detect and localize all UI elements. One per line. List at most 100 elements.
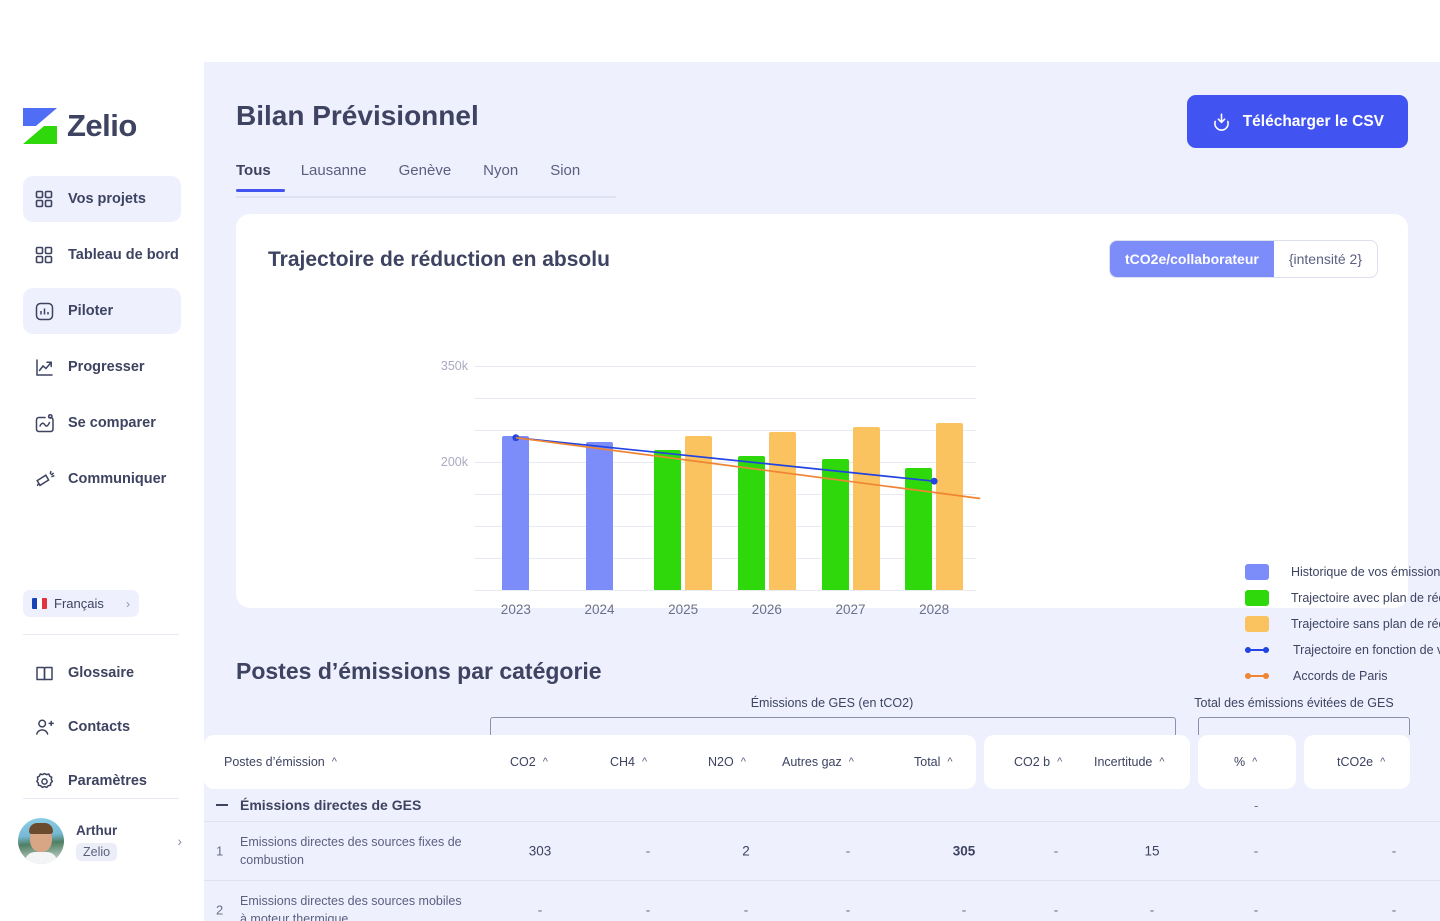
chart-y-tick-label: 350k (441, 359, 468, 373)
legend-item[interactable]: Trajectoire avec plan de réduction (en t… (1245, 585, 1440, 611)
table-cell: - (1254, 798, 1258, 813)
group-header-emissions-ges: Émissions de GES (en tCO2) (751, 696, 914, 710)
table-cell: 2 (742, 844, 750, 859)
primary-nav: Vos projets Tableau de bord (23, 176, 181, 512)
tab-lausanne[interactable]: Lausanne (285, 162, 383, 190)
table-header: Postes d’émission^ CO2^ CH4^ N2O^ Autres… (204, 735, 1440, 789)
legend-label: Trajectoire sans plan de réduction (en t… (1291, 617, 1440, 631)
table-cell: 15 (1144, 844, 1159, 859)
legend-label: Trajectoire en fonction de vos objectifs (1293, 643, 1440, 657)
sidebar-item-tableau-de-bord[interactable]: Tableau de bord (23, 232, 181, 278)
sidebar-item-progresser[interactable]: Progresser (23, 344, 181, 390)
group-header-emissions-evitees: Total des émissions évitées de GES (1194, 696, 1393, 710)
sidebar-item-label: Se comparer (68, 415, 156, 431)
book-icon (33, 662, 55, 684)
legend-swatch-icon (1245, 564, 1269, 580)
brand-logo[interactable]: Zelio (23, 108, 137, 144)
table-cell: - (744, 903, 749, 918)
chart-x-tick-label: 2026 (752, 602, 782, 617)
sidebar-item-label: Glossaire (68, 665, 134, 681)
table-row[interactable]: 1 Emissions directes des sources fixes d… (204, 822, 1440, 881)
section-title: Postes d’émissions par catégorie (236, 658, 602, 685)
chart-x-tick-label: 2025 (668, 602, 698, 617)
legend-label: Trajectoire avec plan de réduction (en t… (1291, 591, 1440, 605)
grid-icon (33, 244, 55, 266)
sidebar-item-label: Communiquer (68, 471, 166, 487)
tab-tous[interactable]: Tous (236, 162, 285, 190)
chart-x-tick-label: 2028 (919, 602, 949, 617)
chart-x-tick-label: 2023 (501, 602, 531, 617)
user-profile[interactable]: Arthur Zelio › (18, 815, 182, 867)
row-index: 1 (216, 844, 223, 859)
sidebar-divider (23, 798, 179, 799)
column-header-incertitude[interactable]: Incertitude^ (1094, 735, 1165, 789)
legend-item[interactable]: Trajectoire sans plan de réduction (en t… (1245, 611, 1440, 637)
column-header-autres-gaz[interactable]: Autres gaz^ (782, 735, 854, 789)
app-window: Zelio Vos projets Ta (0, 0, 1440, 921)
sidebar-item-label: Progresser (68, 359, 145, 375)
toggle-option-intensite2[interactable]: {intensité 2} (1274, 241, 1377, 277)
group-bracket-1 (490, 717, 1176, 735)
column-header-n2o[interactable]: N2O^ (708, 735, 746, 789)
chart-y-tick-label: 200k (441, 455, 468, 469)
gear-icon (33, 770, 55, 792)
column-header-percent[interactable]: %^ (1234, 735, 1257, 789)
title-bar (0, 0, 1440, 62)
minus-icon (216, 804, 228, 806)
chart-gridline (474, 590, 976, 591)
caret-up-icon: ^ (947, 757, 952, 768)
table-cell: - (846, 844, 851, 859)
sidebar-item-label: Vos projets (68, 191, 146, 207)
chart-plot-area: 200k350k202320242025202620272028 (474, 366, 976, 590)
table-cell: - (646, 844, 651, 859)
city-tabs: Tous Lausanne Genève Nyon Sion (236, 162, 616, 198)
table-cell: - (646, 903, 651, 918)
sidebar-item-contacts[interactable]: Contacts (23, 704, 181, 750)
chevron-right-icon: › (177, 833, 182, 849)
caret-up-icon: ^ (332, 757, 337, 768)
sidebar: Zelio Vos projets Ta (0, 0, 204, 921)
legend-line-icon (1245, 671, 1269, 681)
legend-item[interactable]: Accords de Paris (1245, 663, 1440, 689)
table-group-row[interactable]: Émissions directes de GES - (204, 789, 1440, 822)
chart-title: Trajectoire de réduction en absolu (268, 248, 610, 272)
column-header-ch4[interactable]: CH4^ (610, 735, 647, 789)
main-content: Bilan Prévisionnel Télécharger le CSV To… (204, 62, 1440, 921)
download-csv-button[interactable]: Télécharger le CSV (1187, 95, 1408, 148)
legend-swatch-icon (1245, 590, 1269, 606)
zelio-mark-icon (23, 108, 57, 144)
column-header-co2[interactable]: CO2^ (510, 735, 548, 789)
column-header-postes-demission[interactable]: Postes d’émission^ (224, 735, 337, 789)
table-cell: - (1392, 903, 1397, 918)
legend-swatch-icon (1245, 616, 1269, 632)
legend-item[interactable]: Trajectoire en fonction de vos objectifs (1245, 637, 1440, 663)
legend-item[interactable]: Historique de vos émissions (en tCO2e) (1245, 559, 1440, 585)
sidebar-item-communiquer[interactable]: Communiquer (23, 456, 181, 502)
table-cell: - (1254, 844, 1259, 859)
column-header-total[interactable]: Total^ (914, 735, 953, 789)
legend-label: Historique de vos émissions (en tCO2e) (1291, 565, 1440, 579)
sidebar-item-glossaire[interactable]: Glossaire (23, 650, 181, 696)
table-row[interactable]: 2 Emissions directes des sources mobiles… (204, 881, 1440, 921)
sidebar-item-vos-projets[interactable]: Vos projets (23, 176, 181, 222)
sidebar-item-label: Contacts (68, 719, 130, 735)
tab-nyon[interactable]: Nyon (467, 162, 534, 190)
tab-geneve[interactable]: Genève (383, 162, 468, 190)
trending-up-icon (33, 356, 55, 378)
column-header-tco2e[interactable]: tCO2e^ (1337, 735, 1385, 789)
user-org-badge: Zelio (76, 843, 117, 861)
sidebar-item-se-comparer[interactable]: Se comparer (23, 400, 181, 446)
language-selector[interactable]: Français › (23, 590, 139, 617)
sidebar-item-piloter[interactable]: Piloter (23, 288, 181, 334)
toggle-option-tco2e-collaborateur[interactable]: tCO2e/collaborateur (1110, 241, 1274, 277)
chart-lines (474, 366, 976, 590)
table-cell: - (1392, 844, 1397, 859)
group-bracket-2 (1198, 717, 1410, 735)
caret-up-icon: ^ (1057, 757, 1062, 768)
table-cell: - (846, 903, 851, 918)
table-cell: - (538, 903, 543, 918)
column-header-co2b[interactable]: CO2 b^ (1014, 735, 1062, 789)
tab-sion[interactable]: Sion (534, 162, 596, 190)
caret-up-icon: ^ (642, 757, 647, 768)
sidebar-item-label: Tableau de bord (68, 247, 179, 263)
